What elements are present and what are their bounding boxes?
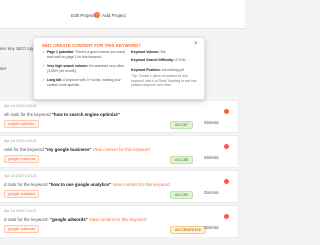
- card-text: ish rank for the keyword "how to search …: [4, 112, 120, 117]
- status-dot: [224, 144, 229, 149]
- top-toolbar: → Edit Project + Add Project: [0, 0, 245, 29]
- card-text: rank for the keyword "my google business…: [4, 147, 150, 152]
- tip-text: *Tip: Create 1 piece of content for this…: [131, 74, 201, 88]
- card-keyword: "how to search engine optimize": [51, 112, 120, 117]
- metric-label: Keyword Volume:: [131, 50, 160, 54]
- metric-label: Keyword Search Difficulty:: [131, 58, 175, 62]
- status-dot: [224, 109, 229, 114]
- add-project-button[interactable]: + Add Project: [94, 10, 126, 20]
- reason-title: Page 1 potential:: [47, 50, 75, 54]
- card-prefix: ish rank for the keyword: [4, 112, 52, 117]
- keyword-tag[interactable]: google analytics: [4, 190, 40, 198]
- id-badge: A5C1B9: [170, 191, 193, 199]
- add-project-label: Add Project: [102, 12, 126, 18]
- suggestion-card: Apr 14 2022 3:15:21 d rank for the keywo…: [0, 205, 239, 238]
- timestamp: Apr 14 2022 3:15:21: [4, 104, 37, 108]
- suggestion-card: Apr 14 2022 3:15:21 ish rank for the key…: [0, 100, 239, 133]
- dismiss-button[interactable]: Dismiss: [204, 225, 219, 230]
- tip-value: *Tip: Create 1 piece of content for this…: [131, 74, 197, 88]
- keyword-tag[interactable]: engine optimize: [4, 120, 39, 128]
- timestamp: Apr 14 2022 3:15:21: [4, 209, 37, 213]
- reason-item: Long tail: A keyword with 3+ words, maki…: [42, 78, 131, 87]
- status-dot: [224, 179, 229, 184]
- keyword-position: Keyword Position: not ranking yet: [131, 68, 201, 73]
- keyword-volume: Keyword Volume: 30k: [131, 50, 201, 55]
- id-badge: A5C1B7: [170, 121, 193, 129]
- reason-item: Very high search volume: It's searched v…: [42, 64, 131, 73]
- left-row-text: ser: [0, 66, 7, 71]
- close-icon[interactable]: ×: [194, 41, 198, 47]
- card-prefix: rank for the keyword: [4, 147, 45, 152]
- popup-title: WHY CREATE CONTENT FOR THIS KEYWORD?: [42, 43, 142, 48]
- card-keyword: "how to use google analytics": [48, 182, 112, 187]
- keyword-difficulty: Keyword Search Difficulty: 27/100: [131, 58, 201, 63]
- metric-label: Keyword Position:: [131, 68, 161, 72]
- card-keyword: "google adwords": [49, 217, 88, 222]
- id-badge: A5C1B9AFD4F6: [170, 226, 206, 234]
- status-dot: [224, 214, 229, 219]
- metric-value: 30k: [160, 50, 166, 54]
- card-text: d rank for the keyword "how to use googl…: [4, 182, 170, 187]
- suggestion-card: Apr 14 2022 3:15:21 rank for the keyword…: [0, 135, 239, 168]
- dismiss-button[interactable]: Dismiss: [204, 155, 219, 160]
- arrow-right-icon: →: [64, 12, 68, 17]
- id-badge: A5C1B8: [170, 156, 193, 164]
- view-content-link[interactable]: View content for this keyword: [113, 182, 170, 187]
- metric-value: not ranking yet: [161, 68, 184, 72]
- timestamp: Apr 14 2022 3:15:21: [4, 139, 37, 143]
- card-keyword: "my google business": [45, 147, 92, 152]
- keyword-tag[interactable]: google business: [4, 155, 40, 163]
- dismiss-button[interactable]: Dismiss: [204, 190, 219, 195]
- view-content-link[interactable]: View content for this keyword: [89, 217, 146, 222]
- edit-project-label: Edit Project: [71, 12, 95, 18]
- reason-title: Long tail:: [47, 78, 63, 82]
- card-prefix: d rank for the keyword:: [4, 217, 50, 222]
- reason-title: Very high search volume:: [47, 64, 89, 68]
- metric-value: 27/100: [175, 58, 186, 62]
- why-create-content-popup: WHY CREATE CONTENT FOR THIS KEYWORD? × P…: [33, 37, 205, 100]
- dismiss-button[interactable]: Dismiss: [204, 120, 219, 125]
- card-text: d rank for the keyword: "google adwords"…: [4, 217, 146, 222]
- reason-item: Page 1 potential: There's a good chance …: [42, 50, 131, 59]
- keyword-tag[interactable]: google adwords: [4, 225, 39, 233]
- timestamp: Apr 14 2022 3:15:21: [4, 174, 37, 178]
- plus-icon: +: [94, 12, 100, 18]
- edit-project-button[interactable]: → Edit Project: [63, 10, 95, 20]
- card-prefix: d rank for the keyword: [4, 182, 49, 187]
- view-content-link[interactable]: View content for this keyword: [93, 147, 150, 152]
- suggestion-card: Apr 14 2022 3:15:21 d rank for the keywo…: [0, 170, 239, 203]
